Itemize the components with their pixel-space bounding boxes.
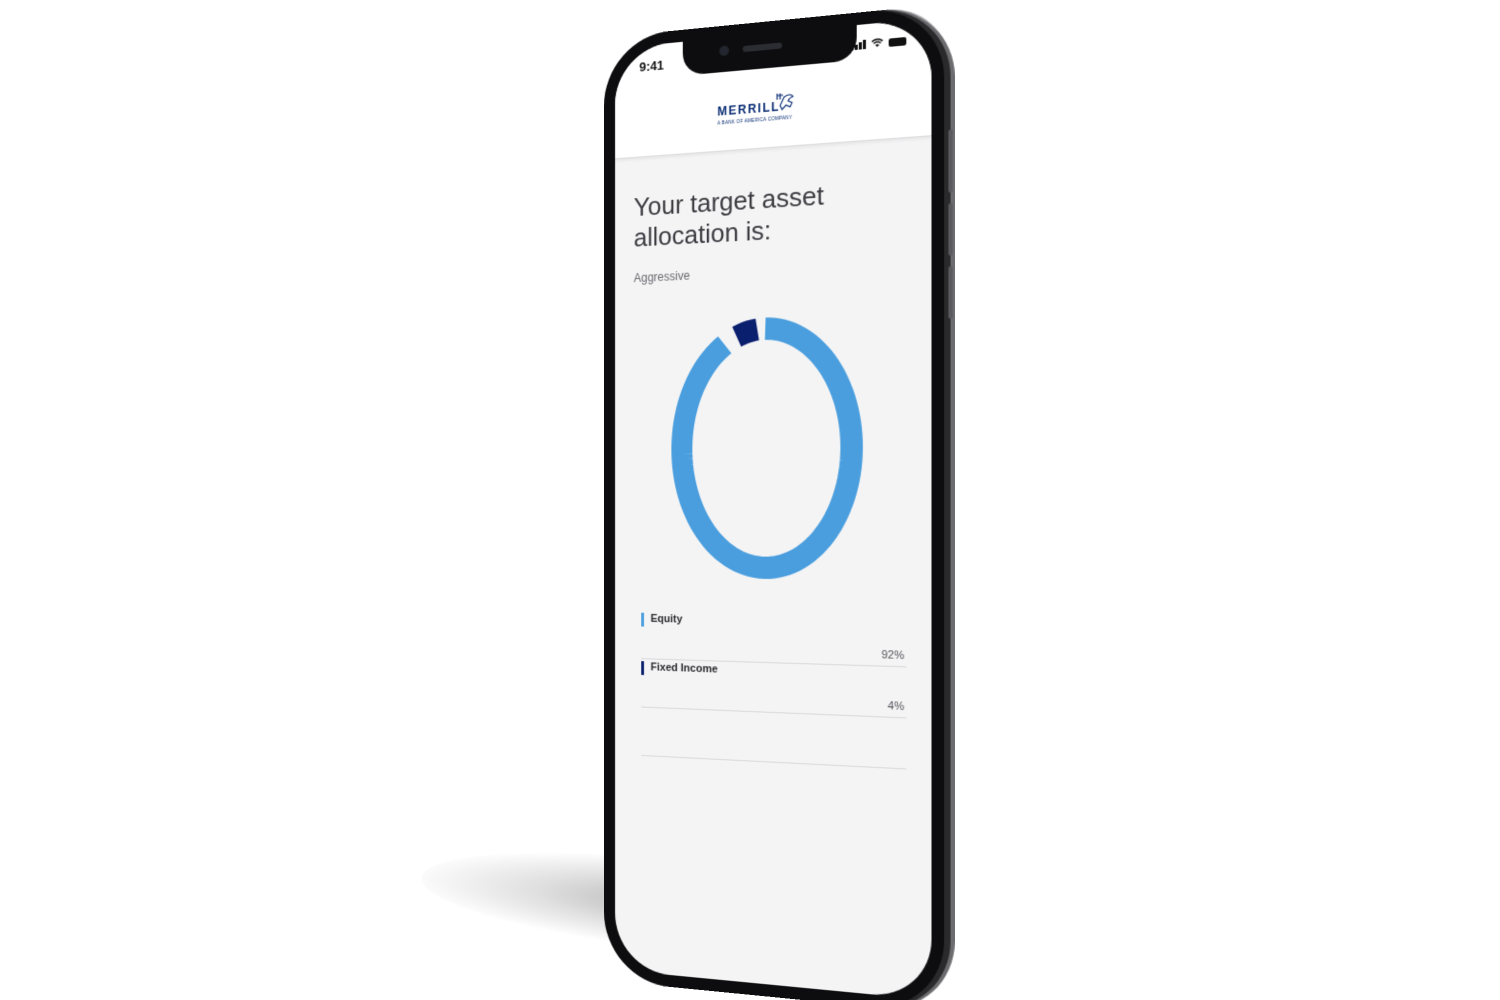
bull-icon bbox=[774, 90, 796, 114]
allocation-legend: Equity 92% Fixed Income 4% bbox=[641, 610, 907, 770]
donut-segment-equity bbox=[682, 326, 852, 569]
power-button bbox=[948, 129, 953, 193]
speaker-icon bbox=[742, 42, 783, 53]
allocation-donut-chart bbox=[664, 307, 871, 586]
status-time: 9:41 bbox=[639, 57, 664, 75]
page-title: Your target asset allocation is: bbox=[633, 179, 824, 253]
main-content: Your target asset allocation is: Aggress… bbox=[615, 135, 931, 1000]
camera-icon bbox=[719, 45, 730, 57]
volume-down-button bbox=[948, 266, 953, 319]
status-icons bbox=[850, 35, 907, 51]
wifi-icon bbox=[871, 37, 883, 48]
volume-up-button bbox=[948, 203, 953, 256]
legend-label-fixed-income: Fixed Income bbox=[650, 661, 718, 676]
legend-value-equity: 92% bbox=[881, 648, 905, 663]
merrill-logo[interactable]: MERRILL A BANK OF AMERICA COMPANY bbox=[717, 89, 806, 133]
phone-frame: 9:41 MERRILL A BANK OF AMERICA COMPANY Y… bbox=[603, 4, 953, 1000]
donut-segment-fixed-income bbox=[737, 329, 758, 336]
legend-swatch-fixed-income bbox=[641, 661, 645, 676]
legend-item-equity[interactable]: Equity 92% bbox=[641, 610, 907, 668]
legend-swatch-equity bbox=[641, 612, 645, 627]
battery-icon bbox=[888, 36, 907, 47]
stage: 9:41 MERRILL A BANK OF AMERICA COMPANY Y… bbox=[0, 0, 1500, 1000]
legend-value-fixed-income: 4% bbox=[887, 700, 905, 714]
risk-level-label: Aggressive bbox=[633, 268, 690, 286]
legend-label-equity: Equity bbox=[650, 612, 683, 626]
phone-screen: 9:41 MERRILL A BANK OF AMERICA COMPANY Y… bbox=[615, 17, 932, 1000]
